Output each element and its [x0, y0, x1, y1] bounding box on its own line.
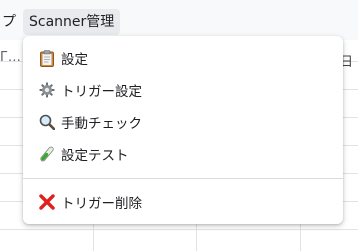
magnifying-glass-icon — [38, 113, 56, 131]
red-x-icon — [38, 193, 56, 211]
menu-item-delete-trigger[interactable]: トリガー削除 — [23, 187, 343, 217]
menu-item-trigger-settings[interactable]: トリガー設定 — [23, 75, 343, 105]
menu-item-label: トリガー削除 — [61, 196, 142, 212]
clipboard-icon — [38, 49, 56, 67]
scanner-menu-dropdown: 設定 トリガー設定 手動チェック 設定テスト トリガー削除 — [23, 36, 343, 224]
menu-item-label: 設定テスト — [61, 148, 129, 164]
menu-item-label: 設定 — [61, 52, 88, 68]
gear-icon — [38, 81, 56, 99]
menu-item-settings[interactable]: 設定 — [23, 43, 343, 73]
menu-bar: プ Scanner管理 — [0, 0, 358, 40]
toolbar-fragment-left: Г… — [0, 50, 21, 65]
menu-separator — [23, 178, 343, 179]
menu-item-previous[interactable]: プ — [0, 9, 20, 35]
menu-scanner-management[interactable]: Scanner管理 — [23, 9, 121, 35]
menu-item-label: 手動チェック — [61, 116, 142, 132]
menu-item-settings-test[interactable]: 設定テスト — [23, 139, 343, 169]
menu-item-label: トリガー設定 — [61, 84, 142, 100]
menu-item-manual-check[interactable]: 手動チェック — [23, 107, 343, 137]
test-tube-icon — [38, 145, 56, 163]
